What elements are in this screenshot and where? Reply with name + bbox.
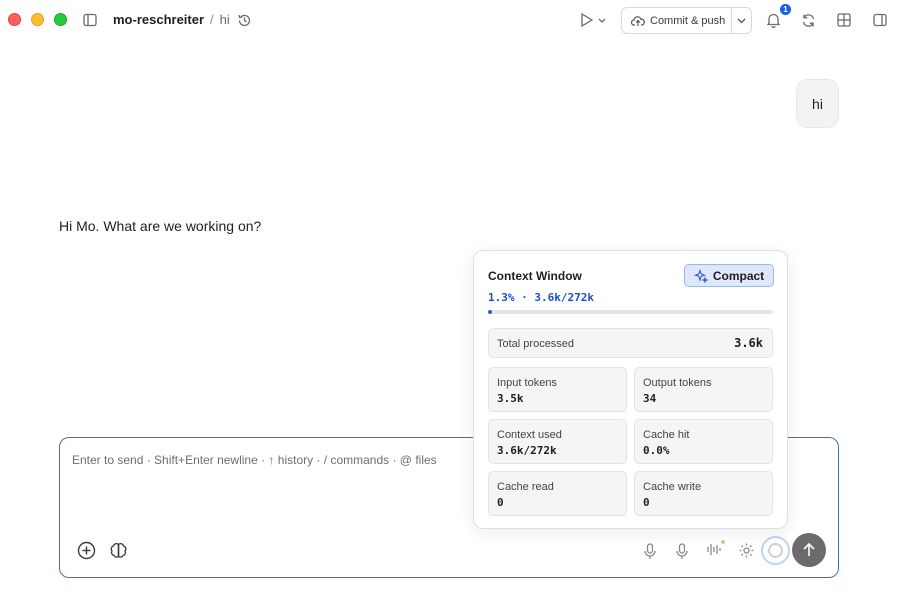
grid-icon[interactable] [836,12,852,28]
commit-push-button[interactable]: Commit & push [622,8,731,33]
history-icon[interactable] [236,12,252,28]
context-usage-fill [488,310,492,314]
run-button[interactable] [578,12,608,28]
breadcrumb: mo-reschreiter / hi [113,12,230,27]
compact-button[interactable]: Compact [684,264,774,287]
commit-options-button[interactable] [731,8,751,33]
stat-value: 3.6k/272k [497,444,557,457]
stat-label: Cache write [643,481,702,493]
message-input[interactable] [72,450,472,470]
play-icon [581,12,606,28]
stat-value: 0.0% [643,444,670,457]
compact-label: Compact [712,268,765,283]
waveform-icon[interactable] [705,539,727,559]
sidebar-left-icon[interactable] [82,12,98,28]
stat-value: 3.5k [497,392,524,405]
stat-value: 3.6k [734,336,763,350]
bell-icon[interactable] [765,11,781,29]
stat-value: 0 [643,496,650,509]
context-usage-text: 1.3% · 3.6k/272k [488,291,594,304]
sidebar-right-icon[interactable] [872,12,888,28]
stat-context-used: Context used 3.6k/272k [488,419,627,464]
stat-label: Context used [497,429,562,441]
stat-label: Total processed [497,338,575,350]
chevron-down-icon [737,18,746,23]
send-button[interactable] [792,533,826,567]
context-usage-bar [488,310,773,314]
stat-label: Output tokens [643,377,712,389]
brain-icon[interactable] [108,540,128,560]
commit-push-group: Commit & push [621,7,752,34]
repo-name[interactable]: mo-reschreiter [113,12,204,27]
context-ring-icon [768,543,783,558]
refresh-icon[interactable] [800,12,816,28]
dictation-microphone-icon[interactable] [674,542,690,560]
title-bar: mo-reschreiter / hi Commit & push 1 [0,0,899,40]
window-close-button[interactable] [8,13,21,26]
plus-circle-icon[interactable] [76,540,96,560]
user-message-text: hi [812,95,823,112]
context-window-popover: Context Window Compact 1.3% · 3.6k/272k … [473,250,788,529]
user-message-bubble: hi [796,79,839,128]
window-minimize-button[interactable] [31,13,44,26]
stat-label: Input tokens [497,377,557,389]
breadcrumb-separator: / [210,12,214,27]
cloud-upload-icon [631,15,645,26]
microphone-icon[interactable] [642,542,658,560]
notification-badge: 1 [780,4,791,15]
stat-output-tokens: Output tokens 34 [634,367,773,412]
stat-label: Cache hit [643,429,690,441]
context-usage-indicator[interactable] [761,536,790,565]
assistant-message: Hi Mo. What are we working on? [59,218,262,234]
settings-icon[interactable] [737,541,755,559]
stat-label: Cache read [497,481,554,493]
stat-value: 34 [643,392,657,405]
stat-input-tokens: Input tokens 3.5k [488,367,627,412]
window-maximize-button[interactable] [54,13,67,26]
sparkle-icon [693,268,708,283]
commit-push-label: Commit & push [650,14,726,27]
stat-total-processed: Total processed 3.6k [488,328,773,358]
stat-cache-read: Cache read 0 [488,471,627,516]
branch-name[interactable]: hi [220,12,230,27]
stat-cache-hit: Cache hit 0.0% [634,419,773,464]
arrow-up-icon [803,542,815,556]
stat-value: 0 [497,496,504,509]
context-window-title: Context Window [488,269,582,283]
stat-cache-write: Cache write 0 [634,471,773,516]
